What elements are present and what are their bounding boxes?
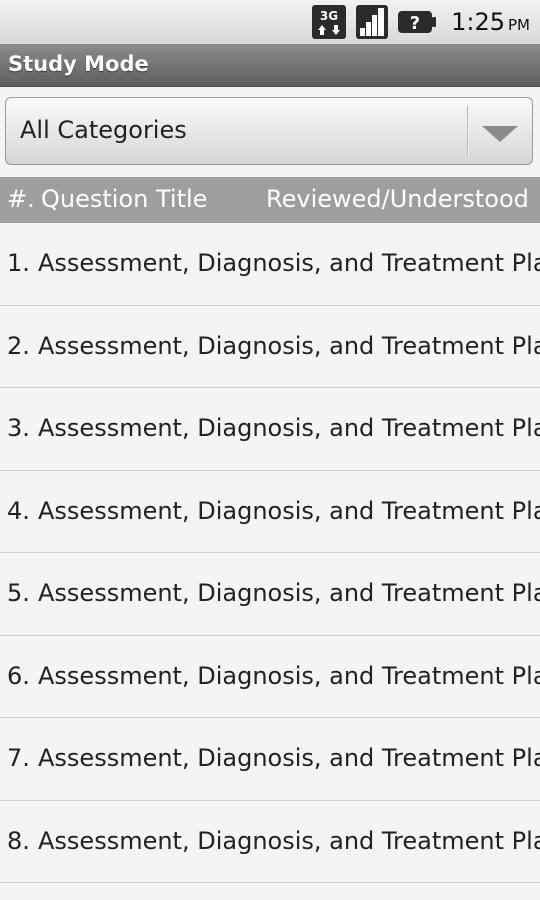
svg-text:?: ? (410, 13, 420, 34)
list-item[interactable]: 5. Assessment, Diagnosis, and Treatment … (0, 553, 540, 636)
status-bar: 3G ? 1:25 PM (0, 0, 540, 45)
question-number: 3. (7, 414, 30, 442)
question-title: Assessment, Diagnosis, and Treatment Pla (38, 496, 540, 525)
status-time: 1:25 PM (451, 8, 530, 36)
question-title: Assessment, Diagnosis, and Treatment Pla (38, 826, 540, 855)
category-spinner-value: All Categories (20, 116, 187, 144)
list-item[interactable]: 4. Assessment, Diagnosis, and Treatment … (0, 470, 540, 553)
list-item[interactable]: 2. Assessment, Diagnosis, and Treatment … (0, 305, 540, 388)
question-title: Assessment, Diagnosis, and Treatment Pla (38, 579, 540, 607)
question-number: 5. (7, 579, 30, 607)
column-number-label: #. (7, 185, 35, 213)
question-number: 1. (7, 249, 30, 277)
list-item[interactable]: 8. Assessment, Diagnosis, and Treatment … (0, 800, 540, 883)
question-number: 7. (7, 744, 30, 772)
status-icons: 3G ? 1:25 PM (311, 0, 530, 44)
question-number: 6. (7, 661, 30, 690)
list-item[interactable]: 6. Assessment, Diagnosis, and Treatment … (0, 635, 540, 718)
column-question-title-label: Question Title (41, 185, 208, 213)
list-column-header: #. Question Title Reviewed/Understood (0, 177, 540, 223)
question-number: 8. (7, 826, 30, 855)
list-item[interactable]: 1. Assessment, Diagnosis, and Treatment … (0, 223, 540, 306)
page-title: Study Mode (8, 52, 149, 76)
3g-data-icon: 3G (312, 5, 347, 39)
question-number: 2. (7, 331, 30, 360)
status-ampm: PM (508, 16, 530, 34)
svg-text:3G: 3G (320, 9, 338, 23)
title-bar: Study Mode (0, 44, 540, 87)
question-title: Assessment, Diagnosis, and Treatment Pla (38, 744, 540, 772)
question-title: Assessment, Diagnosis, and Treatment Pla (38, 249, 540, 277)
list-item[interactable]: 7. Assessment, Diagnosis, and Treatment … (0, 718, 540, 801)
dropdown-arrow-icon (482, 126, 518, 142)
column-reviewed-label: Reviewed/Understood (266, 185, 529, 213)
unknown-battery-icon: ? (398, 11, 437, 34)
category-spinner[interactable]: All Categories (5, 97, 533, 165)
question-list: 1. Assessment, Diagnosis, and Treatment … (0, 223, 540, 883)
spinner-divider (467, 106, 468, 156)
signal-strength-icon (356, 5, 389, 39)
question-title: Assessment, Diagnosis, and Treatment Pla (38, 414, 540, 442)
question-title: Assessment, Diagnosis, and Treatment Pla (38, 661, 540, 690)
question-title: Assessment, Diagnosis, and Treatment Pla (38, 331, 540, 360)
list-item[interactable]: 3. Assessment, Diagnosis, and Treatment … (0, 388, 540, 471)
question-number: 4. (7, 496, 30, 525)
